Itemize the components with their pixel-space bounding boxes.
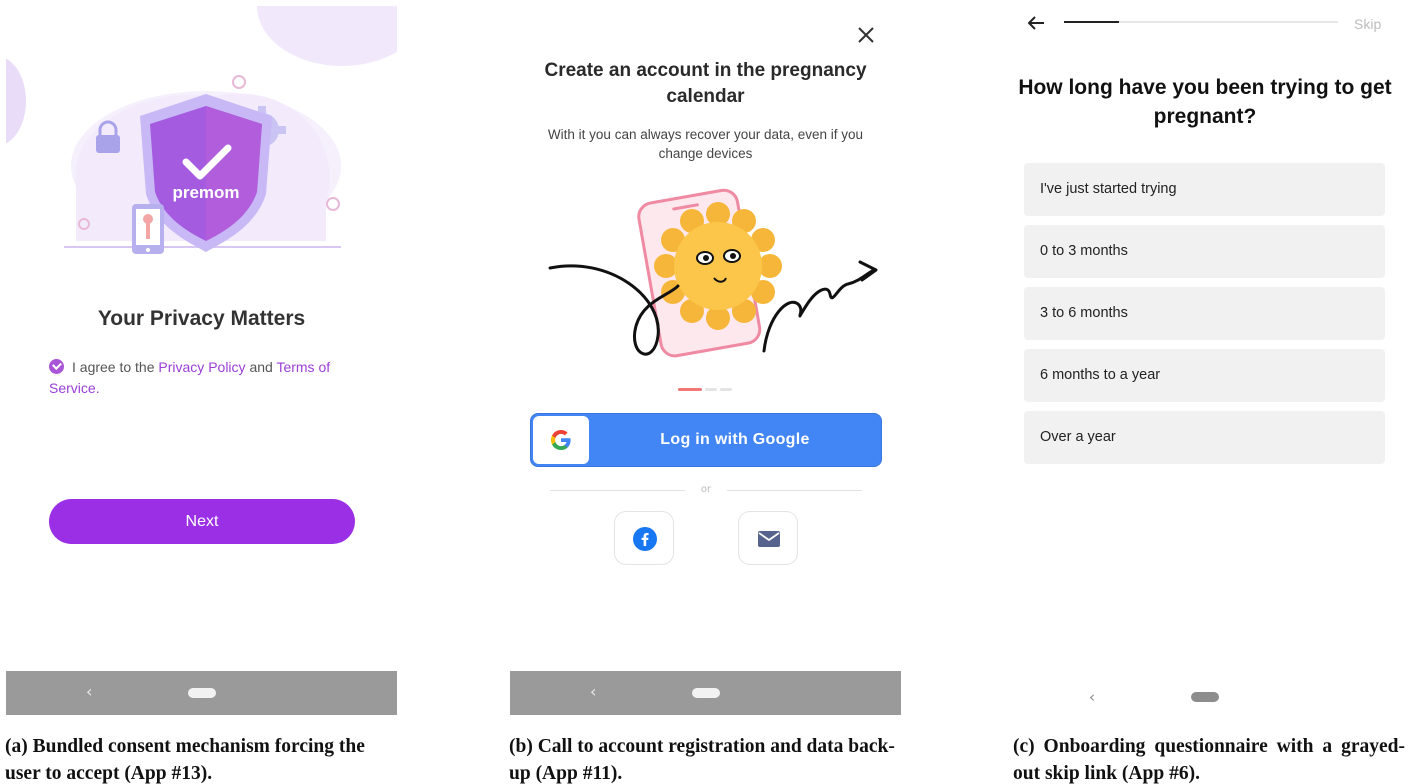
carousel-pager [678, 379, 735, 398]
question-title: How long have you been trying to get pre… [1018, 76, 1392, 128]
decorative-blob [257, 6, 397, 66]
answer-option[interactable]: Over a year [1024, 411, 1385, 464]
pager-dot-active [678, 388, 702, 391]
decorative-blob [6, 56, 26, 146]
close-icon[interactable] [855, 24, 877, 46]
answer-option[interactable]: I've just started trying [1024, 163, 1385, 216]
privacy-policy-link[interactable]: Privacy Policy [158, 359, 245, 375]
page-title: Create an account in the pregnancy calen… [544, 60, 867, 107]
screen-onboarding-question: Skip How long have you been trying to ge… [1014, 0, 1404, 715]
progress-fill [1064, 21, 1119, 23]
back-arrow-icon[interactable] [1026, 13, 1046, 33]
screen-account-creation: Create an account in the pregnancy calen… [510, 6, 901, 715]
system-nav-bar: ‹ [6, 671, 397, 715]
nav-back-button[interactable]: ‹ [1089, 688, 1095, 706]
facebook-icon [633, 527, 657, 551]
onboarding-progress-bar [1064, 21, 1338, 23]
skip-link[interactable]: Skip [1354, 16, 1381, 32]
nav-home-button[interactable] [692, 688, 720, 698]
divider-line [727, 490, 862, 491]
divider-line [550, 490, 685, 491]
google-login-label: Log in with Google [660, 431, 810, 448]
consent-middle: and [249, 359, 273, 375]
consent-checkbox-row[interactable]: I agree to the Privacy Policy and Terms … [49, 357, 349, 399]
google-icon [551, 430, 571, 450]
page-subtitle: With it you can always recover your data… [547, 127, 864, 161]
nav-home-button[interactable] [1191, 692, 1219, 702]
consent-suffix: . [95, 380, 100, 396]
system-nav-bar: ‹ [510, 671, 901, 715]
phone-key-icon [132, 204, 164, 254]
figure-caption-a: (a) Bundled consent mechanism forcing th… [5, 736, 365, 784]
phone-flower-illustration [548, 188, 878, 358]
or-divider: or [550, 484, 862, 498]
nav-home-button[interactable] [188, 688, 216, 698]
nav-back-button[interactable]: ‹ [590, 682, 596, 701]
pager-dot [720, 388, 732, 391]
email-icon [758, 531, 780, 547]
facebook-login-button[interactable] [614, 511, 674, 565]
checkbox-checked-icon[interactable] [49, 359, 64, 374]
figure-caption-c: (c) Onboarding questionnaire with a gray… [1013, 736, 1405, 784]
screen-privacy-consent: premom Your Privacy Matters I agree to t… [6, 6, 397, 715]
privacy-shield-illustration: premom [64, 75, 341, 254]
answer-option[interactable]: 0 to 3 months [1024, 225, 1385, 278]
nav-back-button[interactable]: ‹ [86, 682, 92, 701]
divider-text: or [700, 484, 712, 495]
answer-option[interactable]: 3 to 6 months [1024, 287, 1385, 340]
email-login-button[interactable] [738, 511, 798, 565]
pager-dot [705, 388, 717, 391]
next-button[interactable]: Next [49, 499, 355, 544]
premom-logo: premom [172, 183, 239, 202]
google-logo-box [533, 416, 589, 464]
page-title: Your Privacy Matters [97, 307, 306, 330]
answer-option[interactable]: 6 months to a year [1024, 349, 1385, 402]
google-login-button[interactable]: Log in with Google [530, 413, 882, 467]
consent-prefix: I agree to the [72, 359, 155, 375]
figure-caption-b: (b) Call to account registration and dat… [509, 736, 895, 784]
